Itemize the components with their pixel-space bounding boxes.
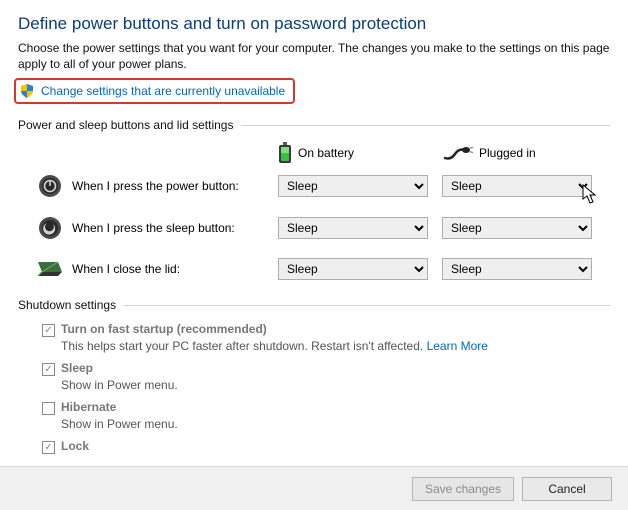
footer-bar: Save changes Cancel <box>0 466 628 510</box>
sleep-button-plugged-select[interactable]: Sleep <box>442 217 592 239</box>
power-button-icon <box>38 174 62 198</box>
column-on-battery: On battery <box>278 142 443 164</box>
change-settings-highlight: Change settings that are currently unava… <box>14 78 295 104</box>
save-changes-button[interactable]: Save changes <box>412 477 514 501</box>
row-power-button: When I press the power button: Sleep Sle… <box>18 174 610 198</box>
uac-shield-icon <box>19 83 35 99</box>
plug-icon <box>443 144 473 162</box>
row-close-lid: When I close the lid: Sleep Sleep <box>18 258 610 280</box>
hibernate-desc: Show in Power menu. <box>42 417 610 431</box>
sleep-checkbox[interactable] <box>42 363 55 376</box>
row-sleep-button: When I press the sleep button: Sleep Sle… <box>18 216 610 240</box>
sleep-label: Sleep <box>61 361 93 375</box>
mouse-cursor-icon <box>582 184 600 206</box>
lock-label: Lock <box>61 439 89 453</box>
fast-startup-desc: This helps start your PC faster after sh… <box>42 339 610 353</box>
lock-checkbox[interactable] <box>42 441 55 454</box>
page-description: Choose the power settings that you want … <box>18 40 610 72</box>
fast-startup-checkbox[interactable] <box>42 324 55 337</box>
hibernate-label: Hibernate <box>61 400 116 414</box>
page-title: Define power buttons and turn on passwor… <box>18 14 610 34</box>
column-plugged-in: Plugged in <box>443 142 608 164</box>
power-button-plugged-select[interactable]: Sleep <box>442 175 592 197</box>
laptop-lid-icon <box>36 258 64 280</box>
close-lid-battery-select[interactable]: Sleep <box>278 258 428 280</box>
close-lid-label: When I close the lid: <box>64 262 278 276</box>
hibernate-checkbox[interactable] <box>42 402 55 415</box>
power-button-battery-select[interactable]: Sleep <box>278 175 428 197</box>
change-settings-link[interactable]: Change settings that are currently unava… <box>41 84 285 98</box>
fast-startup-label: Turn on fast startup (recommended) <box>61 322 267 336</box>
learn-more-link[interactable]: Learn More <box>427 339 488 353</box>
power-button-label: When I press the power button: <box>64 179 278 193</box>
sleep-desc: Show in Power menu. <box>42 378 610 392</box>
section-power-sleep-header: Power and sleep buttons and lid settings <box>18 118 610 132</box>
section-shutdown-header: Shutdown settings <box>18 298 610 312</box>
cancel-button[interactable]: Cancel <box>522 477 612 501</box>
close-lid-plugged-select[interactable]: Sleep <box>442 258 592 280</box>
sleep-button-icon <box>38 216 62 240</box>
sleep-button-battery-select[interactable]: Sleep <box>278 217 428 239</box>
sleep-button-label: When I press the sleep button: <box>64 221 278 235</box>
battery-icon <box>278 142 292 164</box>
